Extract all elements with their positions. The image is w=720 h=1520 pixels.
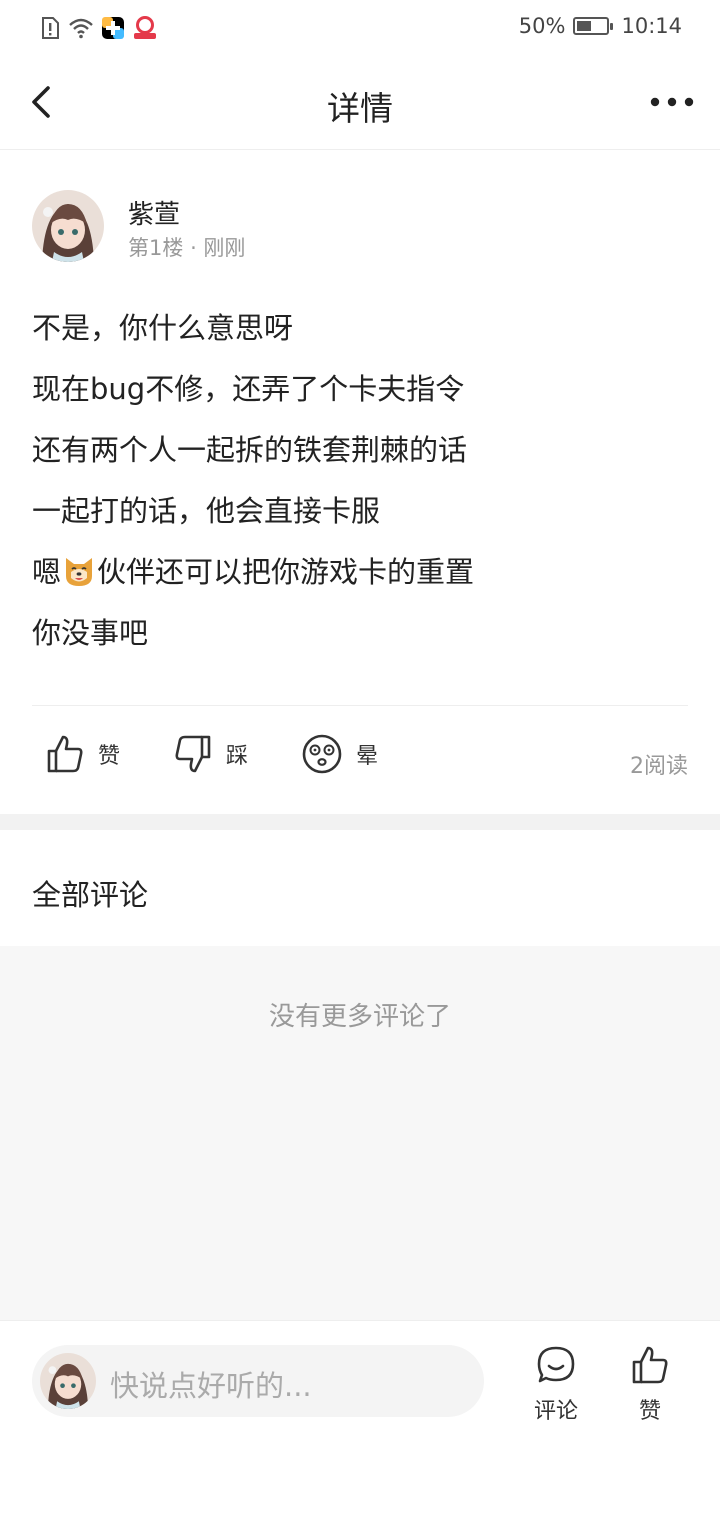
comment-button-label: 评论 (533, 1399, 578, 1424)
status-icons-right: 50% 10:14 (519, 14, 682, 38)
bottom-like-label: 赞 (638, 1399, 661, 1424)
post-line: 现在bug不修，还弄了个卡夫指令 (32, 372, 465, 406)
app-notification-icon (102, 17, 124, 39)
post-line-with-emoji: 嗯 伙伴还可以把你游戏卡的重置 (32, 542, 688, 603)
like-button[interactable]: 赞 (46, 734, 120, 774)
dislike-button[interactable]: 踩 (174, 734, 248, 774)
author-name[interactable]: 紫萱 (128, 194, 180, 231)
comment-input-placeholder: 快说点好听的... (110, 1369, 312, 1403)
battery-level-fill (577, 21, 592, 31)
thumbs-up-icon (47, 735, 83, 773)
map-app-icon (134, 16, 156, 39)
comment-bubble-icon (537, 1346, 575, 1383)
dizzy-label: 晕 (356, 744, 379, 769)
bottom-bar: 快说点好听的... 评论 赞 (0, 1320, 720, 1520)
battery-icon (573, 17, 614, 35)
comments-list: 没有更多评论了 (0, 946, 720, 1320)
divider (32, 705, 688, 706)
comment-button[interactable]: 评论 (524, 1345, 588, 1425)
dizzy-face-icon (302, 734, 342, 774)
post-card: 紫萱 第1楼 · 刚刚 不是，你什么意思呀 现在bug不修，还弄了个卡夫指令 还… (0, 150, 720, 814)
like-label: 赞 (98, 744, 121, 769)
alert-sim-icon (42, 17, 59, 39)
status-bar: 50% 10:14 (0, 0, 720, 56)
dizzy-button[interactable]: 晕 (302, 734, 378, 774)
post-actions: 赞 踩 晕 2阅读 (0, 734, 720, 790)
wifi-icon (69, 18, 93, 39)
nav-bar: 详情 (0, 56, 720, 150)
post-line: 一起打的话，他会直接卡服 (32, 494, 381, 528)
user-avatar (40, 1353, 96, 1409)
clock: 10:14 (621, 14, 682, 38)
post-line: 还有两个人一起拆的铁套荆棘的话 (32, 433, 468, 467)
page-title: 详情 (327, 89, 393, 128)
bottom-like-button[interactable]: 赞 (618, 1345, 682, 1425)
comments-title: 全部评论 (32, 878, 149, 912)
dislike-label: 踩 (226, 744, 249, 769)
post-text: 伙伴还可以把你游戏卡的重置 (97, 555, 475, 589)
post-line: 你没事吧 (32, 616, 149, 650)
more-options-icon[interactable] (650, 92, 694, 112)
no-more-comments-text: 没有更多评论了 (268, 1002, 451, 1032)
comments-header: 全部评论 (0, 830, 720, 946)
meta-separator: · (190, 236, 204, 260)
post-text: 嗯 (32, 555, 62, 589)
battery-percent: 50% (518, 14, 566, 38)
status-icons-left (40, 16, 158, 40)
read-count: 2阅读 (630, 754, 688, 779)
post-line: 不是，你什么意思呀 (32, 311, 294, 345)
post-meta: 第1楼 · 刚刚 (128, 232, 245, 262)
thumbs-up-icon (632, 1346, 668, 1384)
section-separator (0, 814, 720, 830)
thumbs-down-icon (175, 735, 211, 773)
author-avatar[interactable] (32, 190, 104, 262)
dog-face-emoji-icon (66, 558, 93, 586)
floor-number: 第1楼 (128, 236, 184, 260)
post-content: 不是，你什么意思呀 现在bug不修，还弄了个卡夫指令 还有两个人一起拆的铁套荆棘… (32, 298, 688, 664)
comment-input[interactable]: 快说点好听的... (32, 1345, 484, 1417)
post-time: 刚刚 (203, 236, 246, 260)
